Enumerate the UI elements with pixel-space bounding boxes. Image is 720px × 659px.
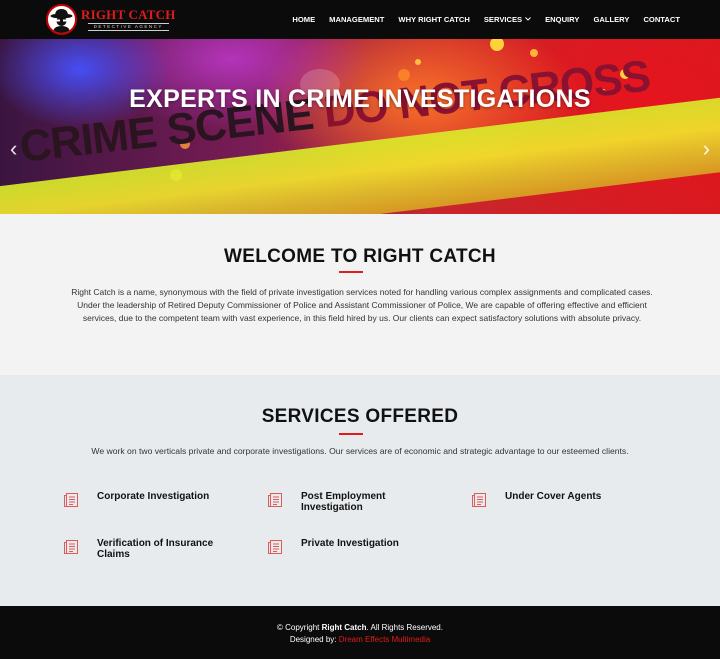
welcome-section: WELCOME TO RIGHT CATCH Right Catch is a … [0, 214, 720, 375]
nav-services[interactable]: SERVICES [484, 15, 531, 24]
nav-enquiry-label: ENQUIRY [545, 15, 580, 24]
service-item-private-investigation[interactable]: Private Investigation [268, 538, 441, 555]
detective-logo-icon [46, 4, 77, 35]
document-list-icon [472, 493, 486, 507]
service-item-corporate-investigation[interactable]: Corporate Investigation [64, 491, 237, 508]
copyright-line: © Copyright Right Catch. All Rights Rese… [0, 623, 720, 632]
nav-management[interactable]: MANAGEMENT [329, 15, 384, 24]
document-list-icon [64, 540, 78, 554]
hero-title: EXPERTS IN CRIME INVESTIGATIONS [129, 85, 591, 113]
main-menu: HOME MANAGEMENT WHY RIGHT CATCH SERVICES… [278, 0, 680, 39]
bokeh-light [415, 59, 421, 65]
nav-contact-label: CONTACT [643, 15, 680, 24]
copyright-suffix: . All Rights Reserved. [366, 623, 443, 632]
nav-enquiry[interactable]: ENQUIRY [545, 15, 579, 24]
bokeh-light [490, 39, 504, 51]
service-label: Verification of Insurance Claims [97, 538, 214, 560]
nav-contact[interactable]: CONTACT [643, 15, 680, 24]
service-item-post-employment-investigation[interactable]: Post Employment Investigation [268, 491, 411, 513]
logo-tagline: DETECTIVE AGENCY [87, 23, 169, 31]
nav-gallery[interactable]: GALLERY [593, 15, 629, 24]
top-navbar: RIGHT CATCH DETECTIVE AGENCY HOME MANAGE… [0, 0, 720, 39]
designed-by-label: Designed by: [289, 635, 337, 644]
designed-by-line: Designed by: Dream Effects Multimedia [0, 635, 720, 644]
title-underline [339, 433, 363, 435]
site-footer: © Copyright Right Catch. All Rights Rese… [0, 606, 720, 659]
logo-name: RIGHT CATCH [81, 7, 176, 22]
service-label: Private Investigation [301, 538, 399, 549]
welcome-body: Right Catch is a name, synonymous with t… [71, 287, 653, 323]
service-item-verification-of-insurance-claims[interactable]: Verification of Insurance Claims [64, 538, 232, 560]
document-list-icon [268, 540, 282, 554]
designer-link[interactable]: Dream Effects Multimedia [339, 635, 430, 644]
hero-slider: CRIME SCENE DO NOT CROSS EXPERTS IN CRIM… [0, 39, 720, 214]
service-label: Under Cover Agents [505, 491, 602, 502]
title-underline [339, 271, 363, 273]
bokeh-light [530, 49, 538, 57]
site-logo[interactable]: RIGHT CATCH DETECTIVE AGENCY [46, 4, 176, 35]
nav-home-label: HOME [292, 15, 316, 24]
copyright-prefix: © Copyright [277, 623, 320, 632]
nav-why-label: WHY RIGHT CATCH [398, 15, 470, 24]
copyright-brand: Right Catch [321, 623, 367, 632]
service-item-under-cover-agents[interactable]: Under Cover Agents [472, 491, 645, 508]
chevron-down-icon [525, 16, 531, 23]
services-section: SERVICES OFFERED We work on two vertical… [0, 375, 720, 606]
nav-gallery-label: GALLERY [593, 15, 630, 24]
chevron-left-icon[interactable]: ‹ [10, 138, 17, 160]
nav-management-label: MANAGEMENT [329, 15, 385, 24]
service-label: Corporate Investigation [97, 491, 210, 502]
services-intro: We work on two verticals private and cor… [91, 446, 629, 456]
welcome-title: WELCOME TO RIGHT CATCH [224, 246, 496, 267]
nav-why-right-catch[interactable]: WHY RIGHT CATCH [398, 15, 469, 24]
nav-services-label: SERVICES [483, 15, 523, 24]
document-list-icon [64, 493, 78, 507]
nav-home[interactable]: HOME [292, 15, 315, 24]
service-label: Post Employment Investigation [301, 491, 386, 513]
services-title: SERVICES OFFERED [261, 406, 459, 427]
document-list-icon [268, 493, 282, 507]
chevron-right-icon[interactable]: › [703, 138, 710, 160]
